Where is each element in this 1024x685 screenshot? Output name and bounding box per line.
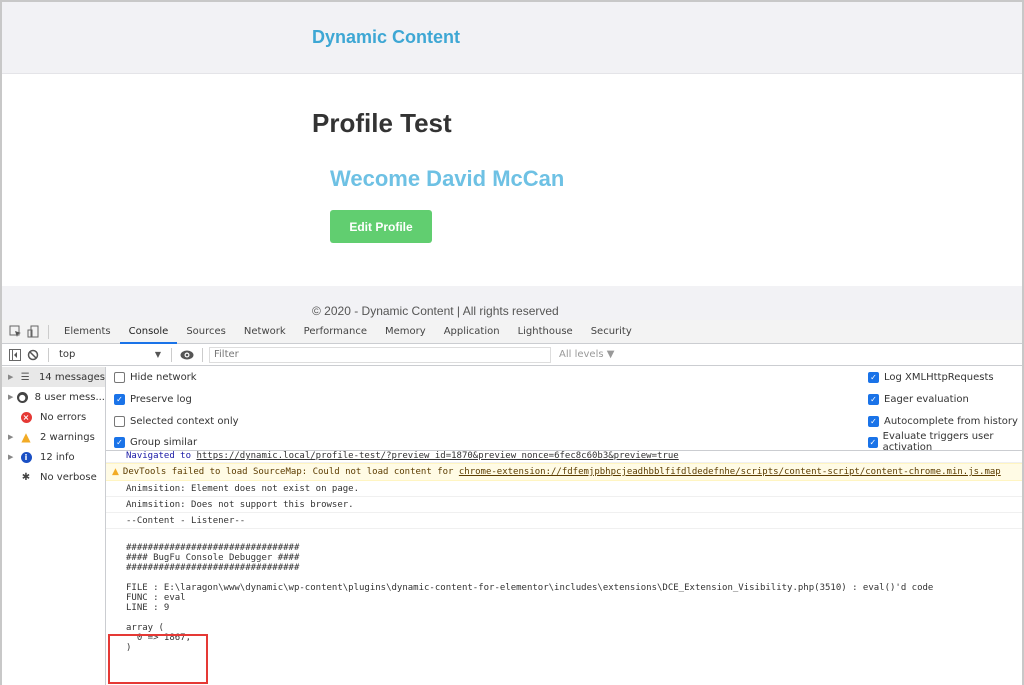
sidebar-item-errors[interactable]: × No errors xyxy=(2,407,105,427)
site-brand[interactable]: Dynamic Content xyxy=(312,27,460,48)
page-title: Profile Test xyxy=(312,108,452,138)
checkbox[interactable] xyxy=(114,371,125,383)
setting-hide-network[interactable]: Hide network xyxy=(114,367,197,387)
console-message-navigation: Navigated to https://dynamic.local/profi… xyxy=(106,451,1022,463)
tab-lighthouse[interactable]: Lighthouse xyxy=(509,320,582,344)
debug-output-block: ################################ #### Bu… xyxy=(126,543,934,653)
expand-arrow-icon: ▶ xyxy=(8,393,14,401)
filter-input[interactable] xyxy=(209,346,551,363)
sidebar-item-label: 12 info xyxy=(40,451,75,463)
checkbox[interactable]: ✓ xyxy=(868,415,879,427)
site-footer: © 2020 - Dynamic Content | All rights re… xyxy=(2,286,1022,320)
error-icon: × xyxy=(18,411,34,423)
console-settings: Hide network ✓ Preserve log Selected con… xyxy=(106,367,1022,453)
expand-arrow-icon: ▶ xyxy=(8,453,14,461)
sidebar-toggle-icon[interactable] xyxy=(6,346,24,364)
sourcemap-link[interactable]: chrome-extension://fdfemjpbhpcjeadhbblfi… xyxy=(459,467,1001,477)
console-output: Navigated to https://dynamic.local/profi… xyxy=(106,451,1022,685)
log-levels-dropdown[interactable]: All levels ▼ xyxy=(559,349,614,360)
tab-sources[interactable]: Sources xyxy=(177,320,235,344)
console-message: Animsition: Does not support this browse… xyxy=(106,497,1022,513)
sidebar-item-label: No verbose xyxy=(40,471,97,483)
separator xyxy=(202,347,203,362)
setting-preserve-log[interactable]: ✓ Preserve log xyxy=(114,389,192,409)
console-message-warning: ▲ DevTools failed to load SourceMap: Coul… xyxy=(106,463,1022,481)
sidebar-item-info[interactable]: ▶ i 12 info xyxy=(2,447,105,467)
site-main: Profile Test Wecome David McCan Edit Pro… xyxy=(2,74,1022,286)
console-sidebar: ▶ ☰ 14 messages ▶ ● 8 user mess... × No … xyxy=(2,367,106,685)
site-header: Dynamic Content xyxy=(2,2,1022,74)
warning-icon: ▲ xyxy=(21,430,31,444)
sidebar-item-label: No errors xyxy=(40,411,87,423)
setting-log-xhr[interactable]: ✓ Log XMLHttpRequests xyxy=(868,367,994,387)
setting-label: Evaluate triggers user activation xyxy=(882,431,994,453)
inspect-element-icon[interactable] xyxy=(6,323,24,341)
setting-label: Hide network xyxy=(130,371,197,383)
separator xyxy=(171,347,172,362)
context-select[interactable]: top ▼ xyxy=(55,347,165,363)
eye-icon[interactable] xyxy=(178,346,196,364)
info-icon: i xyxy=(18,451,34,463)
warning-icon: ▲ xyxy=(112,467,119,477)
user-icon: ● xyxy=(16,391,29,403)
tab-security[interactable]: Security xyxy=(582,320,641,344)
setting-label: Eager evaluation xyxy=(884,393,969,405)
tab-elements[interactable]: Elements xyxy=(55,320,120,344)
bug-icon: ✱ xyxy=(21,471,31,483)
clear-console-icon[interactable] xyxy=(24,346,42,364)
sidebar-item-label: 2 warnings xyxy=(40,431,95,443)
console-toolbar: top ▼ All levels ▼ xyxy=(2,344,1022,366)
edit-profile-button[interactable]: Edit Profile xyxy=(330,210,432,243)
setting-user-activation[interactable]: ✓ Evaluate triggers user activation xyxy=(868,431,1022,453)
expand-arrow-icon: ▶ xyxy=(8,373,14,381)
setting-label: Group similar xyxy=(130,436,198,448)
console-message: Animsition: Element does not exist on pa… xyxy=(106,481,1022,497)
checkbox[interactable] xyxy=(114,415,125,427)
setting-autocomplete[interactable]: ✓ Autocomplete from history xyxy=(868,411,1018,431)
context-value: top xyxy=(59,349,76,360)
console-message: --Content - Listener-- xyxy=(106,513,1022,529)
setting-label: Autocomplete from history xyxy=(884,415,1018,427)
setting-label: Log XMLHttpRequests xyxy=(884,371,994,383)
sidebar-item-warnings[interactable]: ▶ ▲ 2 warnings xyxy=(2,427,105,447)
checkbox[interactable]: ✓ xyxy=(868,393,879,405)
tab-console[interactable]: Console xyxy=(119,320,178,344)
annotation-highlight-box xyxy=(108,634,208,684)
sidebar-item-messages[interactable]: ▶ ☰ 14 messages xyxy=(2,367,105,387)
tab-performance[interactable]: Performance xyxy=(295,320,376,344)
sidebar-item-label: 14 messages xyxy=(38,371,105,383)
devtools-panel: Elements Console Sources Network Perform… xyxy=(2,320,1022,685)
tab-memory[interactable]: Memory xyxy=(376,320,435,344)
sidebar-item-label: 8 user mess... xyxy=(34,391,105,403)
separator xyxy=(48,347,49,362)
setting-group-similar[interactable]: ✓ Group similar xyxy=(114,432,197,452)
checkbox[interactable]: ✓ xyxy=(868,436,878,448)
checkbox[interactable]: ✓ xyxy=(114,393,125,405)
tab-application[interactable]: Application xyxy=(435,320,509,344)
footer-copyright: © 2020 - Dynamic Content | All rights re… xyxy=(312,304,559,318)
setting-selected-context[interactable]: Selected context only xyxy=(114,411,239,431)
setting-label: Preserve log xyxy=(130,393,192,405)
separator xyxy=(48,324,49,339)
sidebar-item-user-messages[interactable]: ▶ ● 8 user mess... xyxy=(2,387,105,407)
welcome-heading: Wecome David McCan xyxy=(330,166,565,191)
setting-eager-evaluation[interactable]: ✓ Eager evaluation xyxy=(868,389,969,409)
chevron-down-icon: ▼ xyxy=(154,350,161,359)
checkbox[interactable]: ✓ xyxy=(868,371,879,383)
navigation-link[interactable]: https://dynamic.local/profile-test/?prev… xyxy=(196,451,678,461)
device-toolbar-icon[interactable] xyxy=(24,323,42,341)
list-icon: ☰ xyxy=(20,371,30,383)
devtools-tabbar: Elements Console Sources Network Perform… xyxy=(2,320,1022,344)
expand-arrow-icon: ▶ xyxy=(8,433,14,441)
checkbox[interactable]: ✓ xyxy=(114,436,125,448)
setting-label: Selected context only xyxy=(130,415,239,427)
sidebar-item-verbose[interactable]: ✱ No verbose xyxy=(2,467,105,487)
tab-network[interactable]: Network xyxy=(235,320,295,344)
